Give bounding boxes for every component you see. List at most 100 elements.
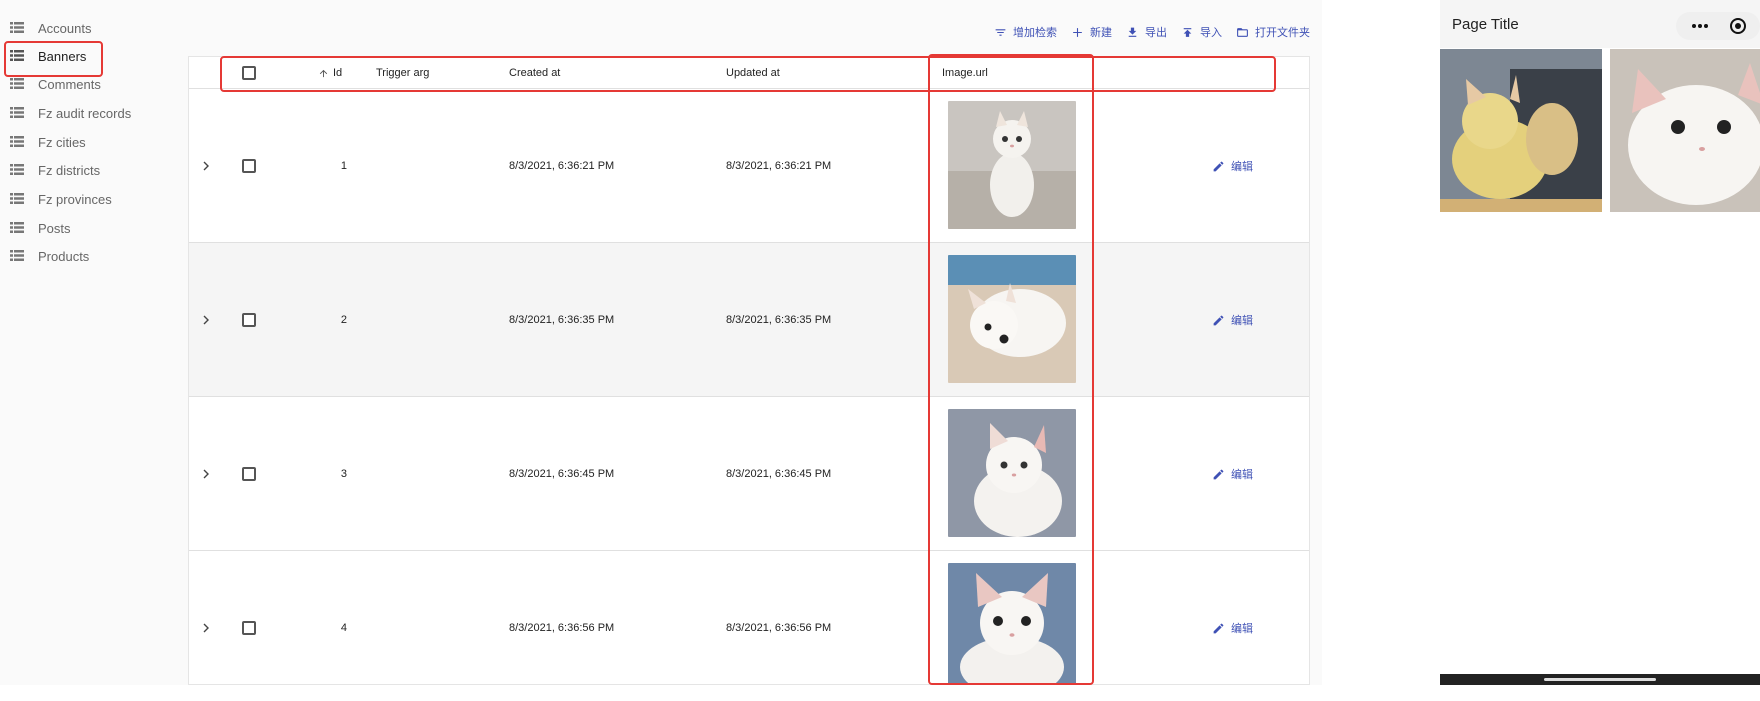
column-label: Id bbox=[333, 67, 343, 79]
main-content: 增加检索 新建 导出 导入 打开文件夹 Id Trigger arg Creat… bbox=[188, 0, 1322, 685]
edit-label: 编辑 bbox=[1231, 469, 1253, 481]
expand-row-button[interactable] bbox=[201, 243, 211, 397]
sidebar-item-label: Posts bbox=[38, 220, 71, 236]
checkbox-box bbox=[242, 66, 256, 80]
list-icon bbox=[10, 222, 24, 233]
page-title: Page Title bbox=[1452, 16, 1519, 33]
chevron-right-icon bbox=[203, 315, 209, 325]
cell-created-at: 8/3/2021, 6:36:21 PM bbox=[509, 160, 615, 172]
cell-id: 3 bbox=[340, 468, 347, 480]
list-icon bbox=[10, 136, 24, 147]
edit-label: 编辑 bbox=[1231, 161, 1253, 173]
list-icon bbox=[10, 250, 24, 261]
sidebar-item-banners[interactable]: Banners bbox=[0, 42, 186, 70]
row-checkbox[interactable] bbox=[242, 551, 256, 684]
sidebar-item-label: Fz districts bbox=[38, 162, 101, 178]
toolbar: 增加检索 新建 导出 导入 打开文件夹 bbox=[994, 22, 1310, 42]
sidebar-item-fz-audit-records[interactable]: Fz audit records bbox=[0, 99, 186, 127]
list-icon bbox=[10, 22, 24, 33]
checkbox-box bbox=[242, 621, 256, 635]
sidebar-item-label: Comments bbox=[38, 76, 101, 92]
chevron-right-icon bbox=[203, 469, 209, 479]
pencil-icon bbox=[1213, 469, 1224, 479]
add-filter-button[interactable]: 增加检索 bbox=[994, 24, 1057, 40]
edit-label: 编辑 bbox=[1231, 315, 1253, 327]
column-header-image-url[interactable]: Image.url bbox=[942, 57, 988, 89]
edit-label: 编辑 bbox=[1231, 623, 1253, 635]
cat-image bbox=[948, 255, 1076, 383]
sidebar-item-label: Fz provinces bbox=[38, 191, 112, 207]
sidebar-item-fz-provinces[interactable]: Fz provinces bbox=[0, 185, 186, 213]
home-indicator bbox=[1544, 678, 1656, 681]
column-label: Updated at bbox=[726, 67, 780, 79]
column-header-updated-at[interactable]: Updated at bbox=[726, 57, 780, 89]
pencil-icon bbox=[1213, 315, 1224, 325]
table-row[interactable]: 4 8/3/2021, 6:36:56 PM 8/3/2021, 6:36:56… bbox=[189, 551, 1309, 684]
pencil-icon bbox=[1213, 623, 1224, 633]
sidebar-item-label: Fz audit records bbox=[38, 105, 132, 121]
expand-row-button[interactable] bbox=[201, 551, 211, 684]
phone-header: Page Title bbox=[1440, 0, 1760, 48]
download-icon bbox=[1128, 27, 1137, 37]
sidebar-item-accounts[interactable]: Accounts bbox=[0, 14, 186, 42]
edit-button[interactable]: 编辑 bbox=[1212, 397, 1253, 551]
export-button[interactable]: 导出 bbox=[1126, 24, 1167, 40]
table-row[interactable]: 3 8/3/2021, 6:36:45 PM 8/3/2021, 6:36:45… bbox=[189, 397, 1309, 551]
list-icon bbox=[10, 78, 24, 89]
sidebar: Accounts Banners Comments Fz audit recor… bbox=[0, 0, 186, 685]
column-header-id[interactable]: Id bbox=[318, 57, 342, 89]
cell-updated-at: 8/3/2021, 6:36:56 PM bbox=[726, 622, 832, 634]
cell-id: 2 bbox=[340, 314, 347, 326]
expand-row-button[interactable] bbox=[201, 89, 211, 243]
expand-row-button[interactable] bbox=[201, 397, 211, 551]
row-checkbox[interactable] bbox=[242, 89, 256, 243]
create-label: 新建 bbox=[1090, 27, 1112, 39]
column-header-trigger-arg[interactable]: Trigger arg bbox=[376, 57, 429, 89]
sidebar-item-comments[interactable]: Comments bbox=[0, 70, 186, 98]
sidebar-item-label: Fz cities bbox=[38, 134, 86, 150]
cell-created-at: 8/3/2021, 6:36:35 PM bbox=[509, 314, 615, 326]
list-icon bbox=[10, 107, 24, 118]
table-row[interactable]: 1 8/3/2021, 6:36:21 PM 8/3/2021, 6:36:21… bbox=[189, 89, 1309, 243]
sidebar-item-label: Banners bbox=[38, 48, 87, 64]
import-button[interactable]: 导入 bbox=[1181, 24, 1222, 40]
column-label: Image.url bbox=[942, 67, 988, 79]
sidebar-item-fz-districts[interactable]: Fz districts bbox=[0, 156, 186, 184]
column-header-created-at[interactable]: Created at bbox=[509, 57, 560, 89]
banner-cat-image bbox=[1440, 49, 1602, 212]
cell-id: 1 bbox=[340, 160, 347, 172]
close-target-icon[interactable] bbox=[1730, 18, 1746, 34]
checkbox-box bbox=[242, 313, 256, 327]
filter-icon bbox=[995, 28, 1006, 36]
import-label: 导入 bbox=[1200, 27, 1222, 39]
cell-created-at: 8/3/2021, 6:36:45 PM bbox=[509, 468, 615, 480]
table-row[interactable]: 2 8/3/2021, 6:36:35 PM 8/3/2021, 6:36:35… bbox=[189, 243, 1309, 397]
open-folder-label: 打开文件夹 bbox=[1255, 27, 1310, 39]
row-checkbox[interactable] bbox=[242, 397, 256, 551]
edit-button[interactable]: 编辑 bbox=[1212, 243, 1253, 397]
open-folder-button[interactable]: 打开文件夹 bbox=[1236, 24, 1310, 40]
row-checkbox[interactable] bbox=[242, 243, 256, 397]
more-icon[interactable] bbox=[1688, 20, 1712, 32]
checkbox-box bbox=[242, 467, 256, 481]
pencil-icon bbox=[1213, 161, 1224, 171]
add-filter-label: 增加检索 bbox=[1013, 27, 1057, 39]
sidebar-item-posts[interactable]: Posts bbox=[0, 214, 186, 242]
edit-button[interactable]: 编辑 bbox=[1212, 89, 1253, 243]
create-button[interactable]: 新建 bbox=[1071, 24, 1112, 40]
list-icon bbox=[10, 164, 24, 175]
cat-image bbox=[948, 409, 1076, 537]
chevron-right-icon bbox=[203, 161, 209, 171]
edit-button[interactable]: 编辑 bbox=[1212, 551, 1253, 684]
cell-created-at: 8/3/2021, 6:36:56 PM bbox=[509, 622, 615, 634]
sidebar-item-products[interactable]: Products bbox=[0, 242, 186, 270]
select-all-checkbox[interactable] bbox=[242, 57, 256, 89]
sidebar-item-fz-cities[interactable]: Fz cities bbox=[0, 128, 186, 156]
cell-updated-at: 8/3/2021, 6:36:35 PM bbox=[726, 314, 832, 326]
table-header: Id Trigger arg Created at Updated at Ima… bbox=[189, 57, 1309, 89]
cell-updated-at: 8/3/2021, 6:36:21 PM bbox=[726, 160, 832, 172]
cat-image bbox=[948, 101, 1076, 229]
cell-id: 4 bbox=[340, 622, 347, 634]
plus-icon bbox=[1073, 27, 1082, 37]
column-label: Trigger arg bbox=[376, 67, 430, 79]
